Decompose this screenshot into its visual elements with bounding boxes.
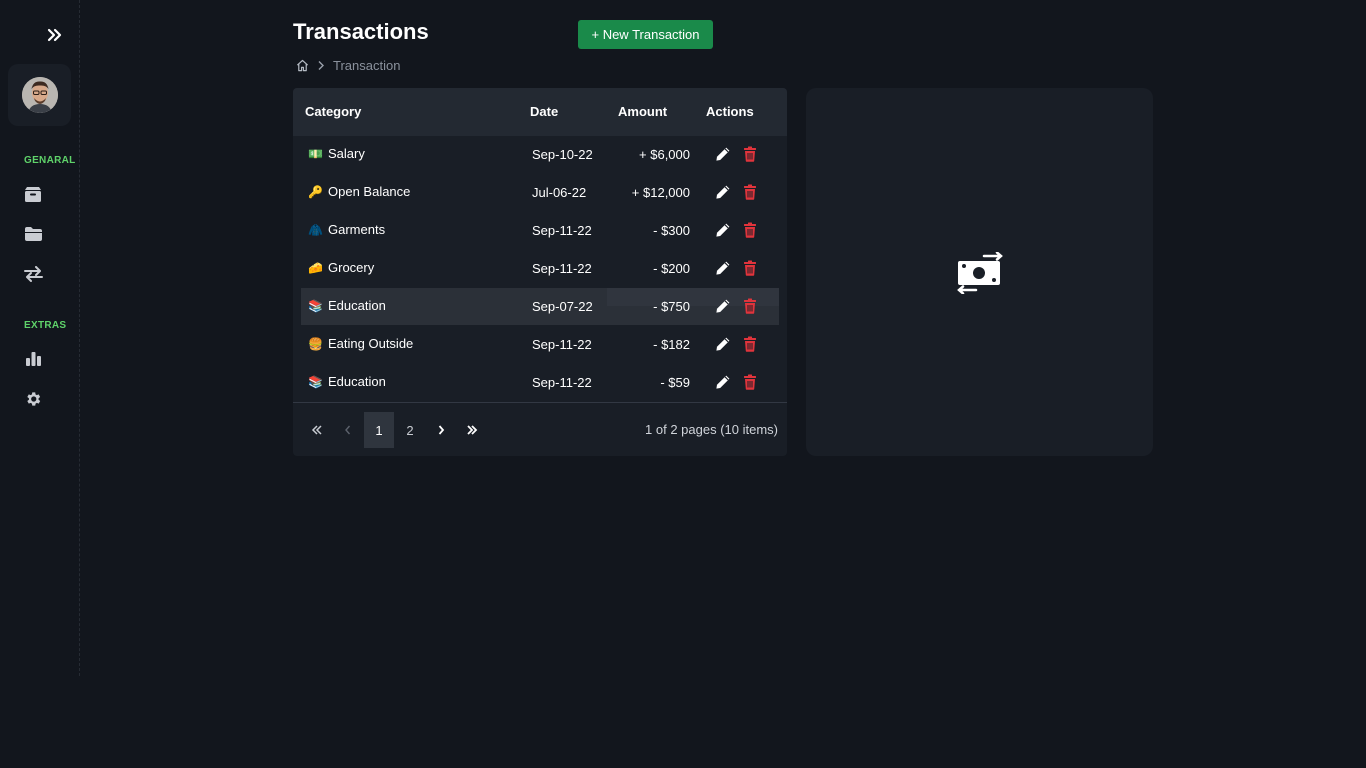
category-name: Eating Outside [328,336,414,351]
double-chevron-left-icon [311,425,322,435]
previous-page-button[interactable] [333,412,363,448]
section-label-extras: EXTRAS [24,320,67,331]
category-name: Open Balance [328,184,411,199]
money-transfer-icon [957,252,1003,294]
delete-trash-icon[interactable] [743,260,757,276]
folder-icon [24,227,42,241]
amount-cell: + $12,000 [631,185,690,200]
breadcrumb-current: Transaction [333,57,401,73]
delete-trash-icon[interactable] [743,374,757,390]
page-info: 1 of 2 pages (10 items) [645,422,778,437]
table-row[interactable]: 🧀 Grocery Sep-11-22 - $200 [301,250,779,287]
amount-cell: - $750 [653,299,690,314]
category-cell: 🧀 Grocery [308,260,374,275]
category-emoji-icon: 📚 [308,298,323,313]
amount-cell: - $200 [653,261,690,276]
nav-item-transactions[interactable] [23,264,43,284]
first-page-button[interactable] [302,412,332,448]
chevron-right-icon [438,425,445,435]
edit-pencil-icon[interactable] [715,336,731,352]
date-cell: Sep-07-22 [532,299,593,314]
pagination: 1 2 1 of 2 pages (10 items) [293,402,787,456]
double-chevron-right-icon [47,28,62,42]
profile-avatar-button[interactable] [8,64,71,126]
nav-item-reports[interactable] [23,349,43,369]
page-2-button[interactable]: 2 [395,412,425,448]
next-page-button[interactable] [426,412,456,448]
new-transaction-button[interactable]: + New Transaction [578,20,713,49]
sidebar-expand-button[interactable] [44,25,66,45]
table-row[interactable]: 💵 Salary Sep-10-22 + $6,000 [301,136,779,173]
amount-cell: + $6,000 [639,147,690,162]
column-header-amount: Amount [618,104,668,119]
date-cell: Sep-11-22 [532,337,592,352]
double-chevron-right-icon [467,425,478,435]
category-emoji-icon: 🧥 [308,222,323,237]
transactions-table: Category Date Amount Actions 💵 Salary Sep-… [293,88,787,456]
table-row[interactable]: 📚 Education Sep-11-22 - $59 [301,364,779,401]
table-header: Category Date Amount Actions [293,88,787,136]
delete-trash-icon[interactable] [743,184,757,200]
category-name: Garments [328,222,386,237]
category-cell: 🧥 Garments [308,222,385,237]
amount-cell: - $59 [660,375,690,390]
category-name: Salary [328,146,365,161]
chevron-right-icon [318,60,324,70]
edit-pencil-icon[interactable] [715,374,731,390]
category-cell: 📚 Education [308,374,386,389]
delete-trash-icon[interactable] [743,146,757,162]
column-header-actions: Actions [706,104,754,119]
page-1-button[interactable]: 1 [364,412,394,448]
delete-trash-icon[interactable] [743,336,757,352]
page-title: Transactions [293,19,429,44]
table-row[interactable]: 🧥 Garments Sep-11-22 - $300 [301,212,779,249]
avatar [21,77,58,113]
category-name: Education [328,374,386,389]
column-header-category: Category [305,104,362,119]
category-name: Education [328,298,386,313]
category-emoji-icon: 📚 [308,374,323,389]
edit-pencil-icon[interactable] [715,222,731,238]
section-label-general: GENARAL [24,155,76,166]
table-row[interactable]: 📚 Education Sep-07-22 - $750 [301,288,779,325]
category-name: Grocery [328,260,375,275]
date-cell: Sep-11-22 [532,261,592,276]
category-emoji-icon: 🍔 [308,336,323,351]
last-page-button[interactable] [457,412,487,448]
delete-trash-icon[interactable] [743,298,757,314]
date-cell: Jul-06-22 [532,185,587,200]
category-emoji-icon: 🔑 [308,184,323,199]
sidebar: GENARAL EXTRAS [0,0,80,676]
date-cell: Sep-10-22 [532,147,593,162]
nav-item-box[interactable] [23,184,43,204]
edit-pencil-icon[interactable] [715,260,731,276]
edit-pencil-icon[interactable] [715,146,731,162]
edit-pencil-icon[interactable] [715,298,731,314]
amount-cell: - $300 [653,223,690,238]
date-cell: Sep-11-22 [532,223,592,238]
column-header-date: Date [530,104,559,119]
amount-cell: - $182 [653,337,690,352]
category-cell: 💵 Salary [308,146,365,161]
category-cell: 🍔 Eating Outside [308,336,413,351]
category-cell: 📚 Education [308,298,386,313]
category-emoji-icon: 💵 [308,146,323,161]
nav-item-folder[interactable] [23,224,43,244]
category-cell: 🔑 Open Balance [308,184,410,199]
box-icon [25,186,41,202]
nav-item-settings[interactable] [23,389,43,409]
transfer-icon [23,266,43,282]
chevron-left-icon [345,425,351,435]
table-row[interactable]: 🔑 Open Balance Jul-06-22 + $12,000 [301,174,779,211]
edit-pencil-icon[interactable] [715,184,731,200]
breadcrumb: Transaction [296,57,400,73]
transaction-detail-panel [806,88,1153,456]
delete-trash-icon[interactable] [743,222,757,238]
date-cell: Sep-11-22 [532,375,592,390]
bar-chart-icon [25,352,41,366]
settings-gear-icon [27,392,41,406]
table-row[interactable]: 🍔 Eating Outside Sep-11-22 - $182 [301,326,779,363]
home-icon[interactable] [296,59,309,72]
category-emoji-icon: 🧀 [308,260,323,275]
